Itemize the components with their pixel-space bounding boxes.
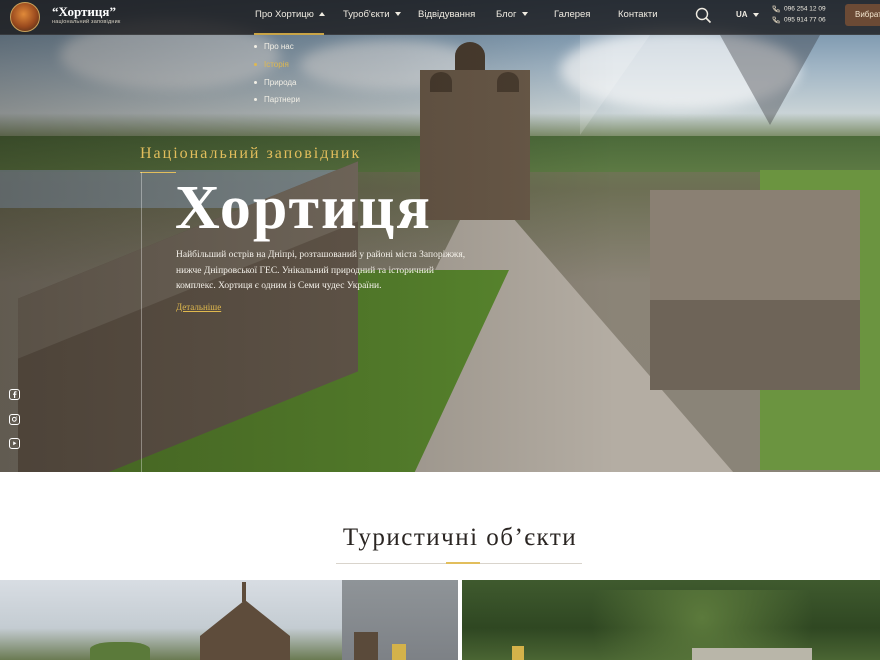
chevron-down-icon (752, 12, 759, 17)
hero-banner (0, 0, 880, 472)
dropdown-item-partners[interactable]: Партнери (254, 95, 300, 104)
youtube-icon[interactable] (9, 438, 20, 449)
phone-number: 095 914 77 06 (784, 16, 826, 24)
candle-icon (512, 646, 524, 660)
instagram-icon[interactable] (9, 414, 20, 425)
tour-object-card[interactable] (462, 580, 880, 660)
hero-more-link[interactable]: Детальніше (176, 302, 221, 312)
active-nav-underline (254, 33, 324, 35)
building-image (354, 632, 378, 660)
phone-number: 096 254 12 09 (784, 5, 826, 13)
phone-icon (772, 16, 780, 24)
tower-image (200, 600, 290, 660)
nav-item-tour-objects[interactable]: Туроб'єкти (343, 9, 401, 20)
hero-subtitle: Національний заповідник (140, 145, 362, 162)
logo-emblem-icon[interactable] (10, 2, 40, 32)
language-label: UA (736, 10, 748, 19)
cross-icon (392, 644, 406, 660)
nav-item-label: Галерея (554, 9, 591, 20)
nav-item-contacts[interactable]: Контакти (618, 9, 658, 20)
tour-object-card[interactable] (342, 580, 458, 660)
nav-item-blog[interactable]: Блог (496, 9, 528, 20)
logo-title[interactable]: “Хортиця” (52, 4, 116, 20)
nav-item-gallery[interactable]: Галерея (554, 9, 590, 20)
dropdown-item-history[interactable]: Історія (254, 60, 289, 69)
cta-button[interactable]: Вибрати (845, 4, 880, 26)
phone-icon (772, 5, 780, 13)
dropdown-item-about-us[interactable]: Про нас (254, 42, 294, 51)
chevron-up-icon (318, 12, 325, 17)
tree (90, 642, 150, 660)
nav-item-about[interactable]: Про Хортицю (255, 9, 325, 20)
divider (141, 172, 142, 472)
search-icon[interactable] (695, 7, 712, 24)
top-navbar: “Хортиця” національний заповідник Про Хо… (0, 0, 880, 35)
logo-subtitle: національний заповідник (52, 19, 121, 25)
chevron-down-icon (394, 12, 401, 17)
phone-1[interactable]: 096 254 12 09 (772, 5, 826, 13)
nav-item-label: Блог (496, 9, 517, 20)
phone-2[interactable]: 095 914 77 06 (772, 16, 826, 24)
section-title: Туристичні об’єкти (342, 524, 578, 551)
hero-title: Хортиця (175, 174, 432, 242)
facebook-icon[interactable] (9, 389, 20, 400)
nav-item-label: Відвідування (418, 9, 476, 20)
section-accent-line (446, 562, 480, 564)
divider (140, 172, 176, 173)
hero-overlay (0, 0, 880, 472)
language-select[interactable]: UA (736, 10, 759, 19)
stone-row (692, 648, 812, 660)
tower-spire (242, 582, 246, 602)
nav-item-label: Контакти (618, 9, 658, 20)
dropdown-item-nature[interactable]: Природа (254, 78, 297, 87)
hero-description: Найбільший острів на Дніпрі, розташовани… (176, 250, 466, 291)
nav-item-visiting[interactable]: Відвідування (418, 9, 475, 20)
nav-item-label: Туроб'єкти (343, 9, 390, 20)
tour-object-card[interactable] (0, 580, 342, 660)
nav-item-label: Про Хортицю (255, 9, 314, 20)
chevron-down-icon (521, 12, 528, 17)
